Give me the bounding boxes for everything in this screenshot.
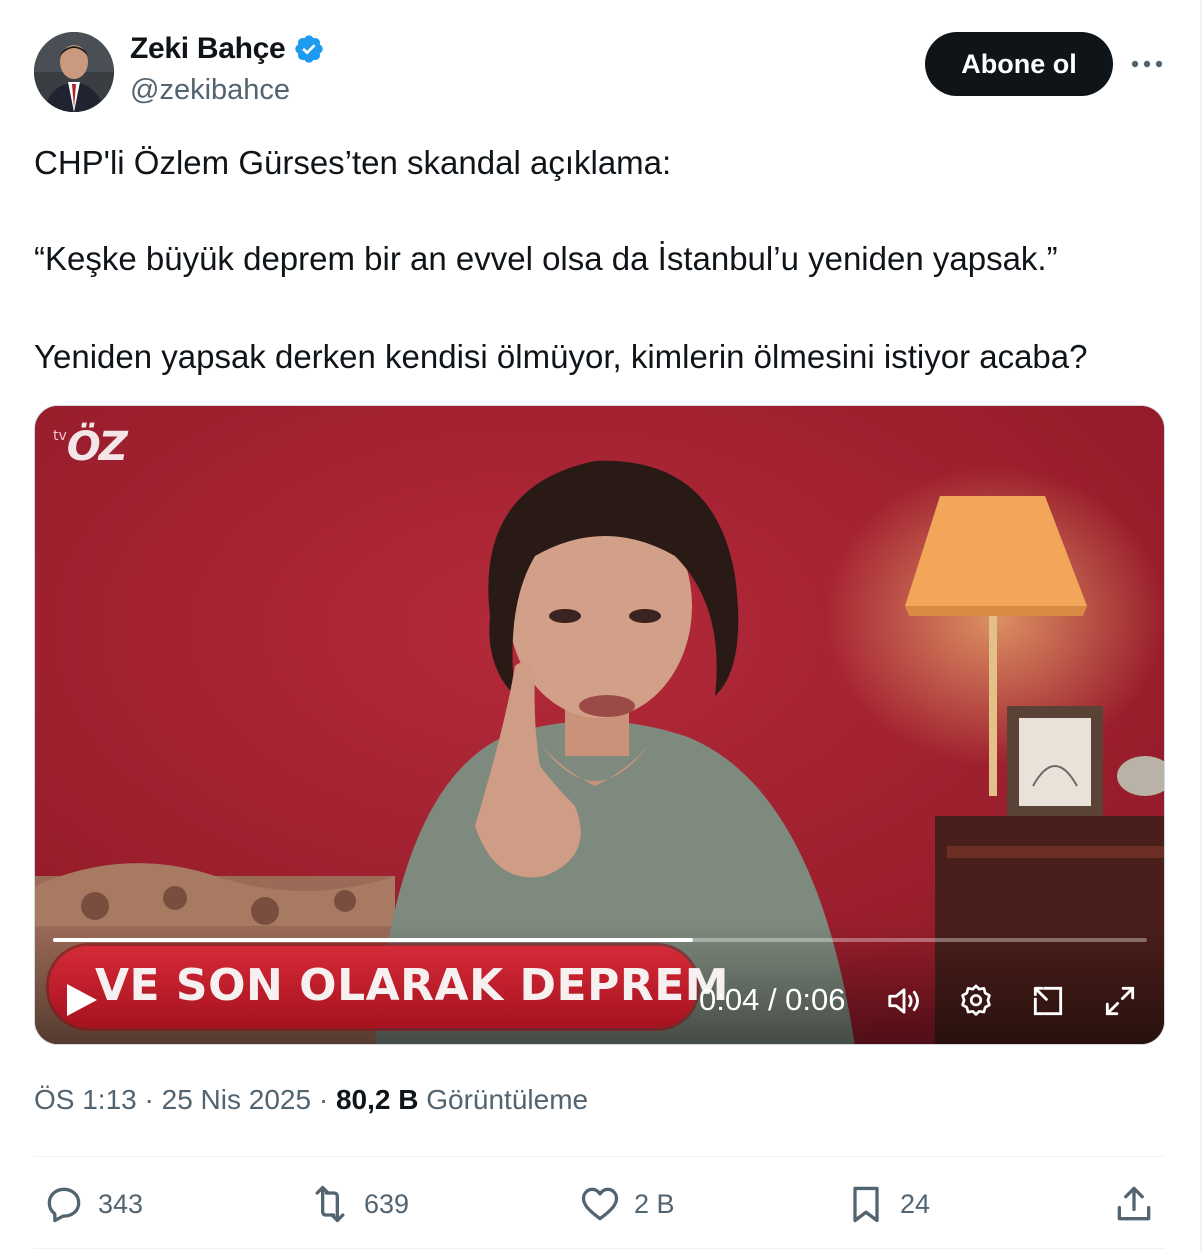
share-icon [1117, 1186, 1151, 1221]
channel-logo: tv ÖZ [53, 424, 128, 470]
author-name[interactable]: Zeki Bahçe [130, 32, 286, 66]
heart-icon [581, 1187, 619, 1221]
bookmark-button[interactable]: 24 [844, 1182, 930, 1226]
repost-button[interactable]: 639 [308, 1182, 409, 1226]
bookmark-icon [853, 1186, 879, 1223]
author-handle[interactable]: @zekibahce [130, 74, 290, 107]
picture-in-picture-button[interactable] [1029, 982, 1067, 1020]
video-time: 0:04 / 0:06 [699, 982, 846, 1017]
author-name-row: Zeki Bahçe [130, 32, 325, 66]
reply-button[interactable]: 343 [42, 1182, 143, 1226]
avatar-image [34, 32, 114, 112]
verified-badge-icon [293, 33, 325, 65]
follow-button[interactable]: Abone ol [925, 32, 1113, 96]
play-icon [67, 984, 97, 1016]
video-progress-fill [53, 938, 693, 942]
fullscreen-icon [1105, 986, 1135, 1016]
reply-count: 343 [98, 1188, 144, 1219]
tweet-text-line: CHP'li Özlem Gürses’ten skandal açıklama… [34, 144, 672, 181]
more-horizontal-icon [1131, 60, 1163, 68]
tweet-date[interactable]: 25 Nis 2025 [162, 1084, 311, 1115]
tweet-text-line: Yeniden yapsak derken kendisi ölmüyor, k… [34, 338, 1088, 375]
play-button[interactable] [61, 980, 101, 1020]
like-count: 2 B [634, 1188, 675, 1219]
more-button[interactable] [1124, 44, 1170, 84]
lower-third-text: VE SON OLARAK DEPREM [95, 960, 730, 1011]
volume-icon [888, 988, 919, 1014]
bookmark-count: 24 [900, 1188, 931, 1219]
repost-icon [315, 1185, 345, 1223]
channel-logo-prefix: tv [53, 428, 67, 444]
settings-button[interactable] [957, 982, 995, 1020]
video-progress-bar[interactable] [53, 938, 1147, 942]
tweet-text-line: “Keşke büyük deprem bir an evvel olsa da… [34, 240, 1058, 277]
settings-icon [961, 984, 991, 1016]
share-button[interactable] [1112, 1182, 1156, 1226]
divider [34, 1248, 1165, 1249]
views-label: Görüntüleme [426, 1084, 589, 1115]
divider [34, 1156, 1165, 1157]
tweet-card: Zeki Bahçe @zekibahce Abone ol CHP'li Öz… [0, 0, 1202, 1252]
fullscreen-button[interactable] [1101, 982, 1139, 1020]
views-count: 80,2 B [335, 1084, 419, 1115]
tweet-time[interactable]: ÖS 1:13 [34, 1084, 137, 1115]
lower-third-banner: VE SON OLARAK DEPREM [49, 946, 729, 1028]
channel-logo-text: ÖZ [66, 424, 128, 470]
pip-icon [1033, 986, 1063, 1016]
avatar[interactable] [34, 32, 114, 112]
volume-button[interactable] [885, 982, 923, 1020]
repost-count: 639 [364, 1188, 410, 1219]
like-button[interactable]: 2 B [578, 1182, 675, 1226]
meta-separator: · [318, 1084, 329, 1115]
reply-icon [47, 1187, 81, 1223]
video-player[interactable]: tv ÖZ VE SON OLARAK DEPREM 0:04 / 0:06 [34, 405, 1165, 1045]
meta-separator: · [144, 1084, 154, 1115]
tweet-meta: ÖS 1:13 · 25 Nis 2025 · 80,2 B Görüntüle… [34, 1084, 588, 1116]
